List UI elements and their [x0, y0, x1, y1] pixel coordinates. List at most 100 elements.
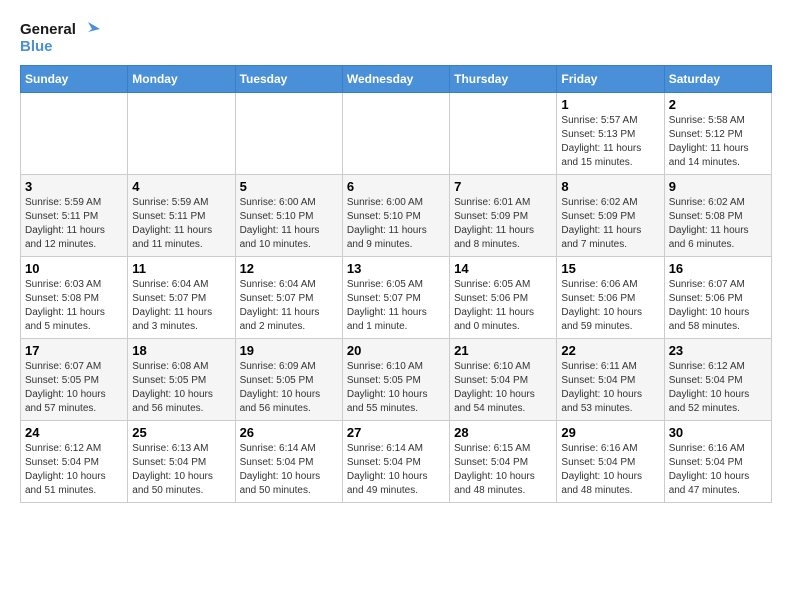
day-info: Sunrise: 6:05 AM Sunset: 5:07 PM Dayligh… — [347, 278, 445, 334]
day-number: 26 — [240, 425, 338, 440]
day-info: Sunrise: 5:57 AM Sunset: 5:13 PM Dayligh… — [561, 114, 659, 170]
day-info: Sunrise: 6:08 AM Sunset: 5:05 PM Dayligh… — [132, 360, 230, 416]
calendar-cell: 11 Sunrise: 6:04 AM Sunset: 5:07 PM Dayli… — [128, 257, 235, 339]
day-info: Sunrise: 6:14 AM Sunset: 5:04 PM Dayligh… — [240, 442, 338, 498]
day-info: Sunrise: 6:00 AM Sunset: 5:10 PM Dayligh… — [347, 196, 445, 252]
calendar-cell: 3 Sunrise: 5:59 AM Sunset: 5:11 PM Daylig… — [21, 175, 128, 257]
calendar-cell: 29 Sunrise: 6:16 AM Sunset: 5:04 PM Dayli… — [557, 421, 664, 503]
calendar-cell: 17 Sunrise: 6:07 AM Sunset: 5:05 PM Dayli… — [21, 339, 128, 421]
day-number: 9 — [669, 179, 767, 194]
day-info: Sunrise: 6:04 AM Sunset: 5:07 PM Dayligh… — [132, 278, 230, 334]
calendar-week-row: 24Sunrise: 6:12 AM Sunset: 5:04 PM Dayli… — [21, 421, 772, 503]
day-number: 7 — [454, 179, 552, 194]
day-info: Sunrise: 6:13 AM Sunset: 5:04 PM Dayligh… — [132, 442, 230, 498]
logo-general: General — [20, 21, 76, 38]
day-info: Sunrise: 6:12 AM Sunset: 5:04 PM Dayligh… — [669, 360, 767, 416]
calendar-cell — [450, 93, 557, 175]
calendar-cell: 22 Sunrise: 6:11 AM Sunset: 5:04 PM Dayli… — [557, 339, 664, 421]
calendar-cell: 13 Sunrise: 6:05 AM Sunset: 5:07 PM Dayli… — [342, 257, 449, 339]
day-number: 12 — [240, 261, 338, 276]
day-number: 30 — [669, 425, 767, 440]
day-number: 15 — [561, 261, 659, 276]
day-number: 11 — [132, 261, 230, 276]
day-number: 27 — [347, 425, 445, 440]
day-info: Sunrise: 6:16 AM Sunset: 5:04 PM Dayligh… — [669, 442, 767, 498]
day-info: Sunrise: 5:58 AM Sunset: 5:12 PM Dayligh… — [669, 114, 767, 170]
day-number: 16 — [669, 261, 767, 276]
day-info: Sunrise: 6:14 AM Sunset: 5:04 PM Dayligh… — [347, 442, 445, 498]
logo-blue: Blue — [20, 38, 53, 55]
day-number: 13 — [347, 261, 445, 276]
day-number: 21 — [454, 343, 552, 358]
day-number: 1 — [561, 97, 659, 112]
day-info: Sunrise: 6:00 AM Sunset: 5:10 PM Dayligh… — [240, 196, 338, 252]
calendar-cell: 10 Sunrise: 6:03 AM Sunset: 5:08 PM Dayli… — [21, 257, 128, 339]
calendar-cell: 4 Sunrise: 5:59 AM Sunset: 5:11 PM Daylig… — [128, 175, 235, 257]
calendar-cell: 21 Sunrise: 6:10 AM Sunset: 5:04 PM Dayli… — [450, 339, 557, 421]
calendar-cell: 15 Sunrise: 6:06 AM Sunset: 5:06 PM Dayli… — [557, 257, 664, 339]
day-number: 28 — [454, 425, 552, 440]
day-info: Sunrise: 6:09 AM Sunset: 5:05 PM Dayligh… — [240, 360, 338, 416]
calendar-cell: 27 Sunrise: 6:14 AM Sunset: 5:04 PM Dayli… — [342, 421, 449, 503]
day-info: Sunrise: 6:10 AM Sunset: 5:04 PM Dayligh… — [454, 360, 552, 416]
day-header-friday: Friday — [557, 66, 664, 93]
logo-bird-icon — [78, 20, 100, 38]
day-number: 5 — [240, 179, 338, 194]
calendar-cell: 2 Sunrise: 5:58 AM Sunset: 5:12 PM Daylig… — [664, 93, 771, 175]
calendar-cell: 6 Sunrise: 6:00 AM Sunset: 5:10 PM Daylig… — [342, 175, 449, 257]
calendar-cell: 30 Sunrise: 6:16 AM Sunset: 5:04 PM Dayli… — [664, 421, 771, 503]
calendar-cell: 28 Sunrise: 6:15 AM Sunset: 5:04 PM Dayli… — [450, 421, 557, 503]
calendar-table: SundayMondayTuesdayWednesdayThursdayFrid… — [20, 65, 772, 503]
day-number: 24 — [25, 425, 123, 440]
day-header-thursday: Thursday — [450, 66, 557, 93]
day-info: Sunrise: 5:59 AM Sunset: 5:11 PM Dayligh… — [25, 196, 123, 252]
day-info: Sunrise: 6:15 AM Sunset: 5:04 PM Dayligh… — [454, 442, 552, 498]
day-number: 20 — [347, 343, 445, 358]
day-number: 18 — [132, 343, 230, 358]
calendar-cell: 20Sunrise: 6:10 AM Sunset: 5:05 PM Dayli… — [342, 339, 449, 421]
day-number: 3 — [25, 179, 123, 194]
logo-text-block: General Blue — [20, 20, 100, 55]
day-number: 17 — [25, 343, 123, 358]
calendar-cell: 19 Sunrise: 6:09 AM Sunset: 5:05 PM Dayli… — [235, 339, 342, 421]
day-info: Sunrise: 6:04 AM Sunset: 5:07 PM Dayligh… — [240, 278, 338, 334]
day-info: Sunrise: 6:07 AM Sunset: 5:06 PM Dayligh… — [669, 278, 767, 334]
day-number: 22 — [561, 343, 659, 358]
day-number: 19 — [240, 343, 338, 358]
day-header-saturday: Saturday — [664, 66, 771, 93]
day-info: Sunrise: 6:06 AM Sunset: 5:06 PM Dayligh… — [561, 278, 659, 334]
day-number: 4 — [132, 179, 230, 194]
day-number: 6 — [347, 179, 445, 194]
day-number: 10 — [25, 261, 123, 276]
calendar-cell: 12 Sunrise: 6:04 AM Sunset: 5:07 PM Dayli… — [235, 257, 342, 339]
calendar-cell — [128, 93, 235, 175]
calendar-cell: 16 Sunrise: 6:07 AM Sunset: 5:06 PM Dayli… — [664, 257, 771, 339]
calendar-cell: 9 Sunrise: 6:02 AM Sunset: 5:08 PM Daylig… — [664, 175, 771, 257]
calendar-cell: 5 Sunrise: 6:00 AM Sunset: 5:10 PM Daylig… — [235, 175, 342, 257]
day-info: Sunrise: 6:03 AM Sunset: 5:08 PM Dayligh… — [25, 278, 123, 334]
calendar-week-row: 17 Sunrise: 6:07 AM Sunset: 5:05 PM Dayli… — [21, 339, 772, 421]
calendar-cell: 26 Sunrise: 6:14 AM Sunset: 5:04 PM Dayli… — [235, 421, 342, 503]
day-number: 29 — [561, 425, 659, 440]
page-header: General Blue — [20, 20, 772, 55]
calendar-week-row: 1 Sunrise: 5:57 AM Sunset: 5:13 PM Daylig… — [21, 93, 772, 175]
calendar-cell: 18 Sunrise: 6:08 AM Sunset: 5:05 PM Dayli… — [128, 339, 235, 421]
day-info: Sunrise: 6:07 AM Sunset: 5:05 PM Dayligh… — [25, 360, 123, 416]
day-info: Sunrise: 6:11 AM Sunset: 5:04 PM Dayligh… — [561, 360, 659, 416]
day-header-sunday: Sunday — [21, 66, 128, 93]
calendar-cell: 8 Sunrise: 6:02 AM Sunset: 5:09 PM Daylig… — [557, 175, 664, 257]
calendar-cell — [342, 93, 449, 175]
day-info: Sunrise: 6:05 AM Sunset: 5:06 PM Dayligh… — [454, 278, 552, 334]
day-info: Sunrise: 6:02 AM Sunset: 5:09 PM Dayligh… — [561, 196, 659, 252]
calendar-cell: 24Sunrise: 6:12 AM Sunset: 5:04 PM Dayli… — [21, 421, 128, 503]
day-number: 2 — [669, 97, 767, 112]
day-info: Sunrise: 5:59 AM Sunset: 5:11 PM Dayligh… — [132, 196, 230, 252]
calendar-cell — [235, 93, 342, 175]
day-number: 8 — [561, 179, 659, 194]
day-info: Sunrise: 6:02 AM Sunset: 5:08 PM Dayligh… — [669, 196, 767, 252]
day-info: Sunrise: 6:16 AM Sunset: 5:04 PM Dayligh… — [561, 442, 659, 498]
calendar-cell: 25Sunrise: 6:13 AM Sunset: 5:04 PM Dayli… — [128, 421, 235, 503]
calendar-cell — [21, 93, 128, 175]
calendar-cell: 7Sunrise: 6:01 AM Sunset: 5:09 PM Daylig… — [450, 175, 557, 257]
day-number: 23 — [669, 343, 767, 358]
